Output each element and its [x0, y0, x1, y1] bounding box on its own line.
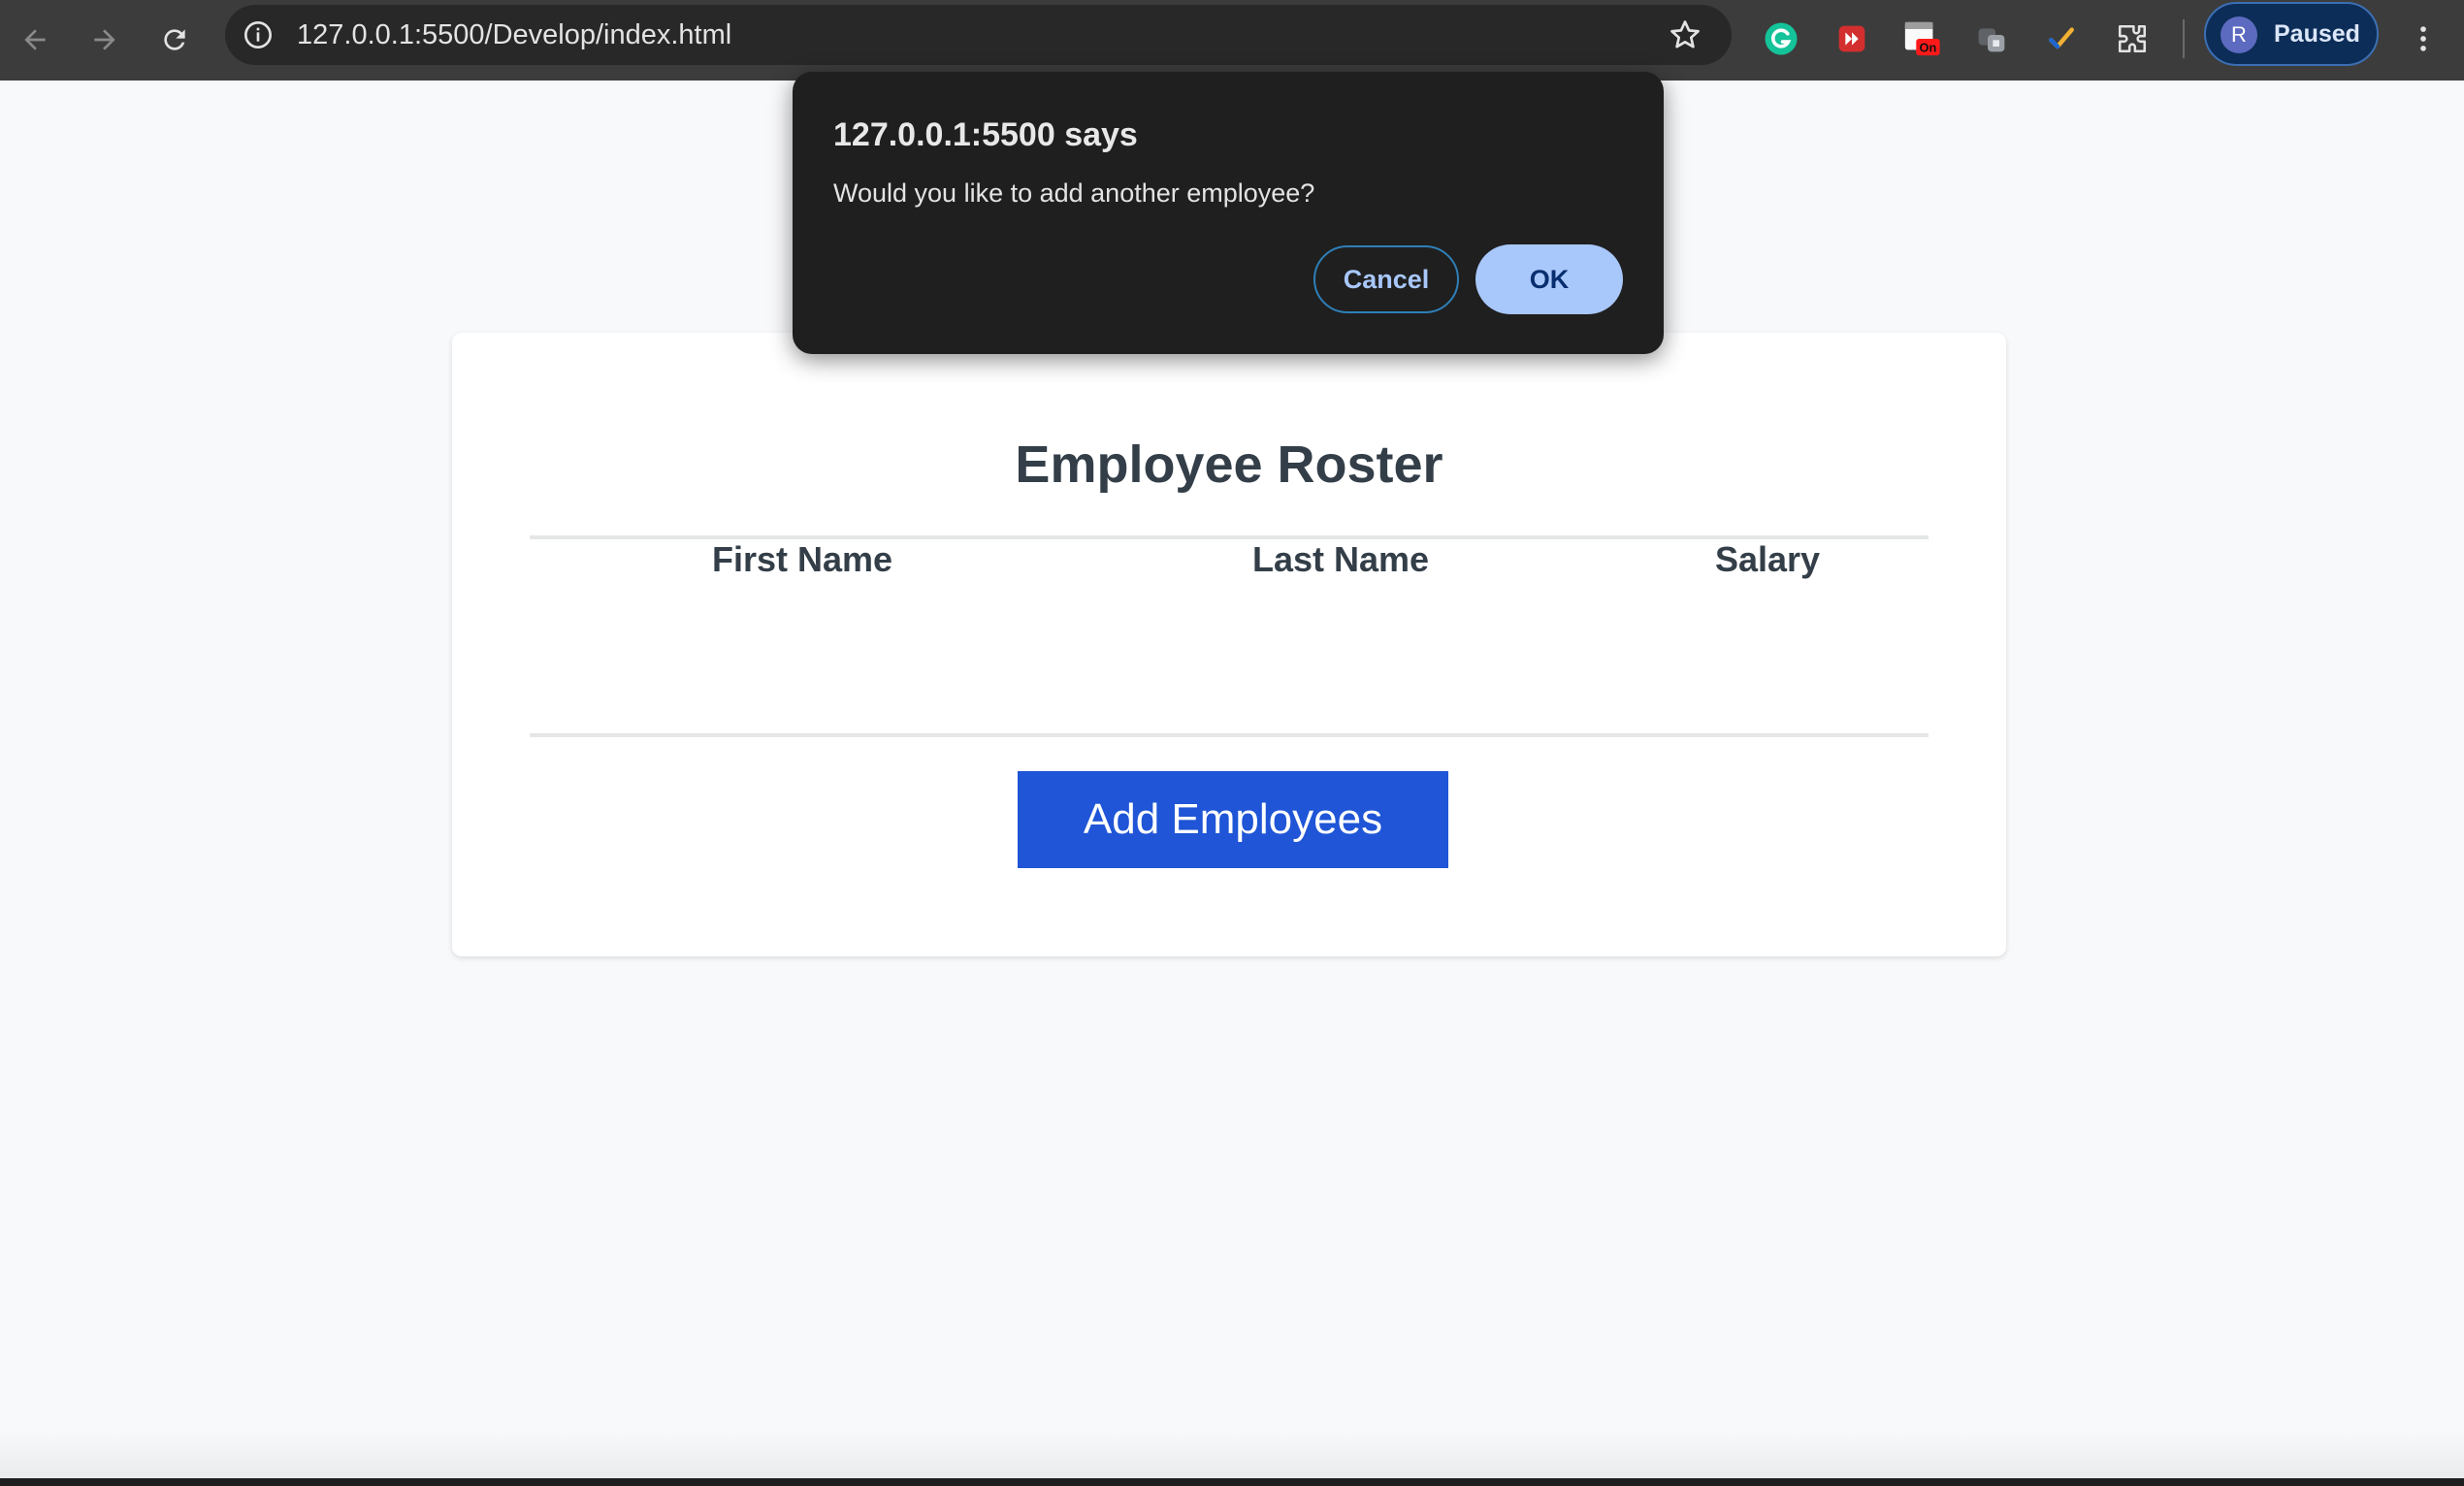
browser-toolbar: 127.0.0.1:5500/Develop/index.html On R P… — [0, 0, 2464, 81]
back-button[interactable] — [10, 15, 60, 65]
avatar: R — [2221, 16, 2257, 53]
address-bar[interactable]: 127.0.0.1:5500/Develop/index.html — [225, 5, 1732, 65]
window-bottom-edge — [0, 1478, 2464, 1486]
profile-button[interactable]: R Paused — [2204, 2, 2379, 66]
dialog-title: 127.0.0.1:5500 says — [833, 116, 1138, 153]
bookmark-star-icon[interactable] — [1668, 17, 1702, 52]
forward-button[interactable] — [80, 15, 130, 65]
kebab-menu-icon — [2420, 26, 2426, 51]
extensions-puzzle-icon[interactable] — [2110, 16, 2155, 61]
confirm-dialog: 127.0.0.1:5500 says Would you like to ad… — [793, 72, 1664, 354]
toolbar-separator — [2183, 19, 2185, 58]
media-extension-icon[interactable] — [1830, 16, 1874, 61]
arrow-right-icon — [94, 29, 115, 50]
column-header-last-name: Last Name — [1251, 539, 1430, 579]
ok-button[interactable]: OK — [1475, 244, 1623, 314]
arrow-left-icon — [24, 29, 46, 50]
roster-card: Employee Roster First Name Last Name Sal… — [452, 333, 2006, 956]
calendar-on-extension-icon[interactable]: On — [1899, 16, 1944, 61]
url-text[interactable]: 127.0.0.1:5500/Develop/index.html — [297, 5, 731, 65]
extension-badge: On — [1920, 41, 1937, 55]
site-info-icon[interactable] — [243, 19, 274, 50]
reload-button[interactable] — [149, 15, 200, 65]
translate-extension-icon[interactable] — [1969, 16, 2014, 61]
cancel-button[interactable]: Cancel — [1313, 245, 1459, 313]
grammarly-icon[interactable] — [1759, 16, 1803, 61]
checkmark-extension-icon[interactable] — [2039, 16, 2084, 61]
page-title: Employee Roster — [1015, 436, 1443, 494]
dialog-message: Would you like to add another employee? — [833, 178, 1315, 208]
column-header-salary: Salary — [1714, 539, 1821, 579]
table-bottom-divider — [530, 733, 1929, 737]
browser-menu-button[interactable] — [2402, 15, 2445, 63]
reload-icon — [164, 29, 185, 50]
profile-status: Paused — [2274, 20, 2360, 48]
add-employees-button[interactable]: Add Employees — [1018, 771, 1448, 868]
column-header-first-name: First Name — [711, 539, 893, 579]
page-bottom-shade — [0, 1431, 2464, 1479]
